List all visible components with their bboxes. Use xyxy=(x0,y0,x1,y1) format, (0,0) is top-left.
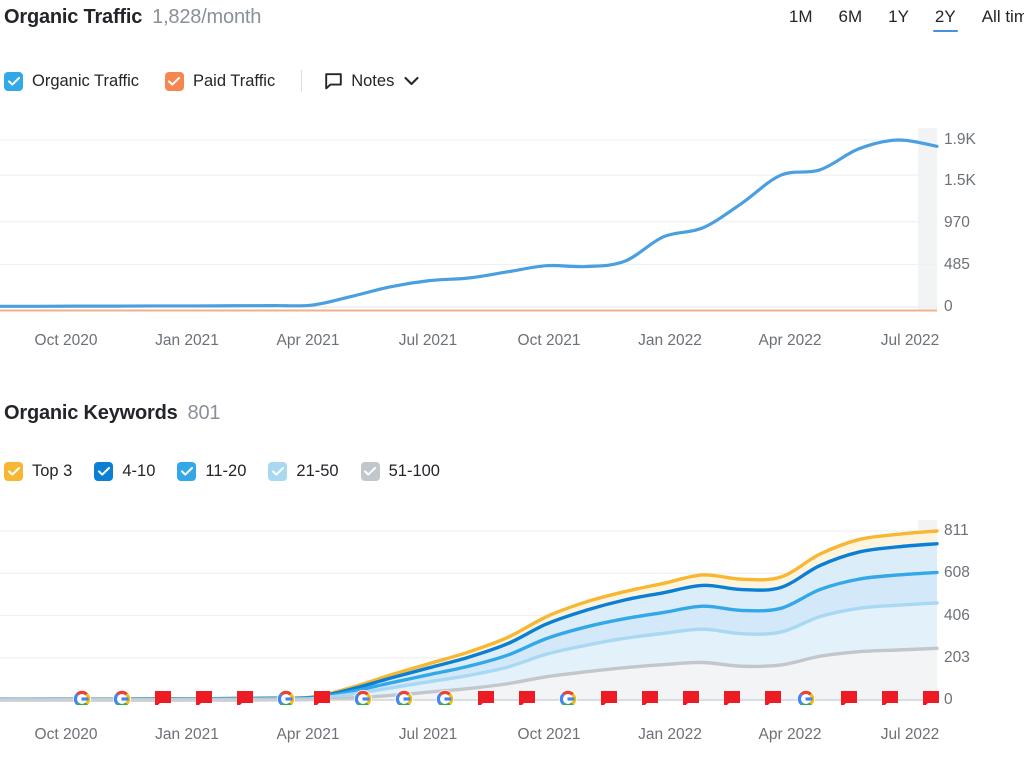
checkbox-11-20[interactable] xyxy=(177,462,197,481)
x2-tick-1: Oct 2020 xyxy=(34,726,98,743)
range-1m[interactable]: 1M xyxy=(776,5,826,32)
legend-label-51-100: 51-100 xyxy=(388,462,440,480)
organic-traffic-y-axis: 1.9K 1.5K 970 485 0 xyxy=(944,125,1024,315)
note-marker[interactable] xyxy=(882,691,898,705)
x2-tick-3: Apr 2021 xyxy=(276,726,340,743)
legend-divider xyxy=(301,70,303,92)
organic-traffic-metric: 1,828/month xyxy=(152,6,262,28)
legend-label-top-3: Top 3 xyxy=(32,462,73,480)
x-tick-4: Jul 2021 xyxy=(398,332,458,349)
series-organic-traffic xyxy=(0,138,939,308)
organic-keywords-plot xyxy=(0,520,939,705)
time-range-selector[interactable]: 1M 6M 1Y 2Y All tim xyxy=(776,5,1024,32)
legend-item-paid-traffic[interactable]: Paid Traffic xyxy=(164,71,276,91)
y-tick-4: 485 xyxy=(944,256,970,273)
note-icon xyxy=(324,72,343,91)
x2-tick-7: Apr 2022 xyxy=(758,726,822,743)
google-update-marker[interactable] xyxy=(113,690,131,705)
organic-keywords-chart[interactable]: 811 608 406 203 0 xyxy=(0,520,1024,708)
organic-keywords-header: Organic Keywords 801 xyxy=(0,402,1024,425)
note-marker[interactable] xyxy=(724,691,740,705)
legend-item-top-3[interactable]: Top 3 xyxy=(4,462,72,481)
note-marker[interactable] xyxy=(237,691,253,705)
organic-keywords-metric: 801 xyxy=(187,402,221,424)
organic-keywords-title: Organic Keywords xyxy=(4,402,178,424)
legend-item-organic-traffic[interactable]: Organic Traffic xyxy=(4,71,139,91)
google-update-marker[interactable] xyxy=(277,690,295,705)
y-tick-2: 1.5K xyxy=(944,172,976,189)
y2-tick-1: 811 xyxy=(944,522,969,539)
note-marker[interactable] xyxy=(765,691,781,705)
range-1y[interactable]: 1Y xyxy=(875,5,922,32)
range-all-time[interactable]: All tim xyxy=(969,5,1024,32)
checkbox-paid-traffic[interactable] xyxy=(164,71,184,91)
y2-tick-3: 406 xyxy=(944,607,970,624)
note-marker[interactable] xyxy=(519,691,535,705)
notes-dropdown[interactable]: Notes xyxy=(324,72,419,91)
x2-tick-6: Jan 2022 xyxy=(638,726,702,743)
x-tick-6: Jan 2022 xyxy=(638,332,702,349)
x-tick-3: Apr 2021 xyxy=(276,332,340,349)
checkbox-4-10[interactable] xyxy=(94,462,114,481)
organic-traffic-legend: Organic Traffic Paid Traffic Notes xyxy=(4,70,419,92)
legend-label-paid-traffic: Paid Traffic xyxy=(192,71,276,90)
y-tick-1: 1.9K xyxy=(944,131,976,148)
x-tick-2: Jan 2021 xyxy=(155,332,219,349)
range-2y[interactable]: 2Y xyxy=(922,5,969,32)
google-update-marker[interactable] xyxy=(73,690,91,705)
x-tick-7: Apr 2022 xyxy=(758,332,822,349)
x2-tick-2: Jan 2021 xyxy=(155,726,219,743)
legend-label-organic-traffic: Organic Traffic xyxy=(32,71,139,90)
legend-item-21-50[interactable]: 21-50 xyxy=(268,462,339,481)
x2-tick-4: Jul 2021 xyxy=(398,726,458,743)
organic-traffic-title: Organic Traffic xyxy=(4,6,143,28)
checkbox-organic-traffic[interactable] xyxy=(4,71,23,91)
x-tick-5: Oct 2021 xyxy=(517,332,581,349)
checkbox-51-100[interactable] xyxy=(360,462,380,481)
partial-data-band xyxy=(918,128,937,309)
x2-tick-8: Jul 2022 xyxy=(880,726,940,743)
note-marker[interactable] xyxy=(601,691,617,705)
organic-keywords-legend: Top 3 4-10 11-20 21-50 51-100 xyxy=(4,462,462,481)
organic-traffic-chart[interactable]: 1.9K 1.5K 970 485 0 xyxy=(0,125,1024,315)
x-tick-8: Jul 2022 xyxy=(880,332,940,349)
notes-label: Notes xyxy=(351,71,395,90)
legend-item-51-100[interactable]: 51-100 xyxy=(360,462,440,481)
chevron-down-icon xyxy=(404,76,419,86)
organic-traffic-plot xyxy=(0,128,939,312)
note-marker[interactable] xyxy=(196,691,212,705)
x2-tick-5: Oct 2021 xyxy=(517,726,581,743)
note-marker[interactable] xyxy=(683,691,699,705)
note-marker[interactable] xyxy=(314,691,330,705)
note-marker[interactable] xyxy=(841,691,857,705)
legend-label-11-20: 11-20 xyxy=(205,462,247,480)
checkbox-21-50[interactable] xyxy=(268,462,288,481)
analytics-overview-page: Organic Traffic 1,828/month 1M 6M 1Y 2Y … xyxy=(0,0,1024,769)
y2-tick-5: 0 xyxy=(944,691,953,708)
legend-item-4-10[interactable]: 4-10 xyxy=(94,462,155,481)
y-tick-3: 970 xyxy=(944,214,970,231)
x-tick-1: Oct 2020 xyxy=(34,332,98,349)
organic-keywords-y-axis: 811 608 406 203 0 xyxy=(944,520,1024,708)
y-tick-5: 0 xyxy=(944,298,953,315)
legend-item-11-20[interactable]: 11-20 xyxy=(177,462,246,481)
checkbox-top-3[interactable] xyxy=(4,462,23,481)
note-marker[interactable] xyxy=(923,691,939,705)
note-marker[interactable] xyxy=(478,691,494,705)
note-marker[interactable] xyxy=(642,691,658,705)
y2-tick-4: 203 xyxy=(944,649,970,666)
range-6m[interactable]: 6M xyxy=(826,5,876,32)
y2-tick-2: 608 xyxy=(944,564,970,581)
note-marker[interactable] xyxy=(155,691,171,705)
legend-label-4-10: 4-10 xyxy=(122,462,156,480)
legend-label-21-50: 21-50 xyxy=(296,462,339,480)
